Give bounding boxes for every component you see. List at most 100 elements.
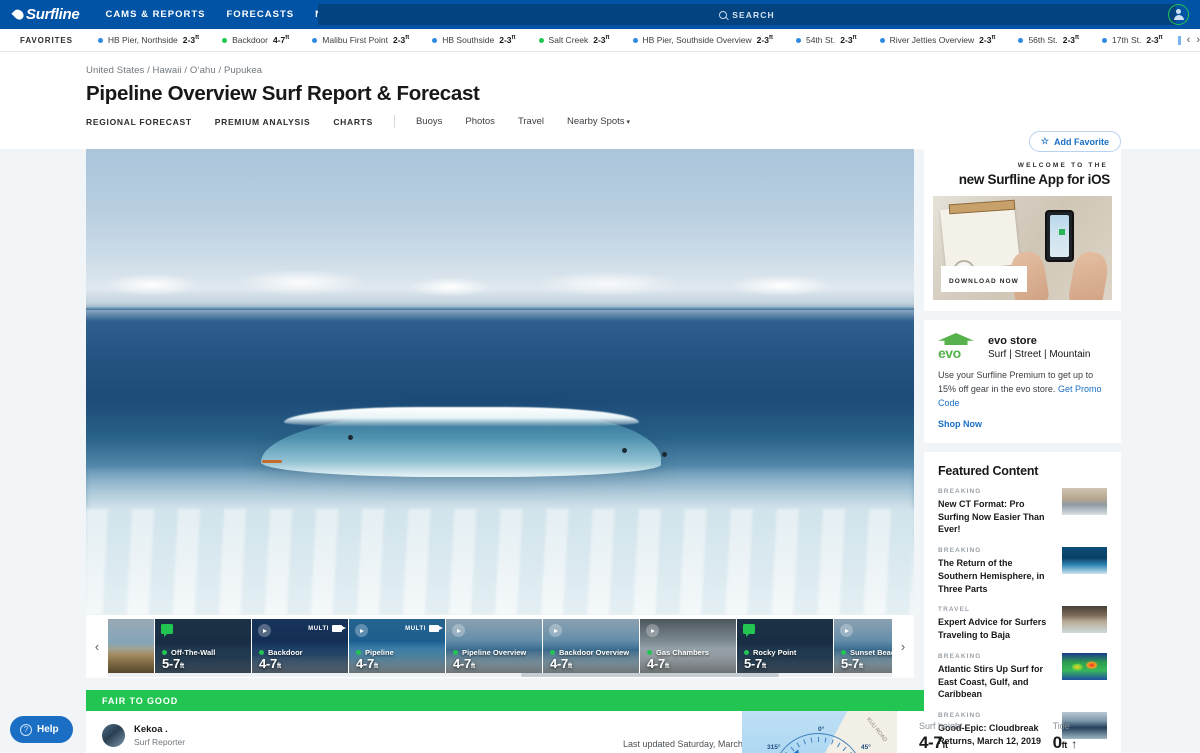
tab-buoys[interactable]: Buoys <box>416 116 442 127</box>
add-favorite-button[interactable]: ☆ Add Favorite <box>1029 131 1121 152</box>
evo-header: evo evo store Surf | Street | Mountain <box>938 333 1107 360</box>
tab-charts[interactable]: CHARTS <box>333 117 373 127</box>
stat-value: 0ft ↑ <box>1053 733 1102 753</box>
favorite-spot-item[interactable]: River Jetties Overview 2-3ft <box>880 35 996 45</box>
favorites-next-button[interactable]: › <box>1196 35 1200 46</box>
sub-navigation: REGIONAL FORECAST PREMIUM ANALYSIS CHART… <box>86 115 1200 128</box>
live-cam-player[interactable] <box>86 149 914 615</box>
tab-travel[interactable]: Travel <box>518 116 544 127</box>
play-icon[interactable] <box>840 624 853 637</box>
featured-article-category: BREAKING <box>938 653 1053 660</box>
favorite-spot-height: 2-3ft <box>593 35 609 45</box>
featured-article-text: TRAVELExpert Advice for Surfers Travelin… <box>938 606 1053 642</box>
help-button[interactable]: ? Help <box>10 716 73 743</box>
favorite-spot-item[interactable]: 17th St.2-3ft <box>1102 35 1163 45</box>
tab-photos[interactable]: Photos <box>465 116 495 127</box>
thumbnail-spot-height: 5-7ft <box>841 656 863 671</box>
thumbnail-spot-height: 4-7ft <box>259 656 281 671</box>
favorite-spot-height: 2-3ft <box>979 35 995 45</box>
carousel-thumbnail[interactable]: Rocky Point5-7ft <box>737 619 833 674</box>
favorite-spot-item[interactable]: HB Pier, Southside Overview 2-3ft <box>633 35 773 45</box>
tab-premium-analysis[interactable]: PREMIUM ANALYSIS <box>215 117 311 127</box>
favorite-spot-height: 2-3ft <box>1063 35 1079 45</box>
favorite-spot-item[interactable]: HB Southside2-3ft <box>432 35 515 45</box>
thumbnail-overlay <box>108 619 154 674</box>
ios-app-ad[interactable]: WELCOME TO THE new Surfline App for iOS … <box>924 149 1121 311</box>
account-avatar-button[interactable] <box>1168 4 1189 25</box>
compass-tick <box>797 743 800 748</box>
favorite-spot-item[interactable]: Salt Creek2-3ft <box>539 35 610 45</box>
shop-now-link[interactable]: Shop Now <box>938 419 1107 429</box>
play-icon[interactable] <box>452 624 465 637</box>
carousel-thumbnail[interactable]: Backdoor Overview4-7ft <box>543 619 639 674</box>
evo-store-name: evo store <box>988 335 1090 347</box>
whitewater <box>86 509 914 615</box>
favorite-spot-name: River Jetties Overview <box>890 35 975 45</box>
evo-copy: Use your Surfline Premium to get up to 1… <box>938 369 1107 411</box>
reporter-avatar <box>102 724 125 747</box>
favorite-spot-height: 2-3ft <box>757 35 773 45</box>
favorite-spot-height: 2-3ft <box>393 35 409 45</box>
favorite-spot-item[interactable]: 56th St.2-3ft <box>1018 35 1079 45</box>
carousel-thumbnail[interactable]: Gas Chambers4-7ft <box>640 619 736 674</box>
search-icon <box>719 11 727 19</box>
right-sidebar: WELCOME TO THE new Surfline App for iOS … <box>924 149 1121 753</box>
favorites-prev-button[interactable]: ‹ <box>1187 35 1191 46</box>
carousel-thumbnail[interactable] <box>108 619 154 674</box>
carousel-scroll-thumb[interactable] <box>521 673 779 677</box>
camera-icon <box>429 625 439 632</box>
search-input[interactable]: SEARCH <box>318 4 1176 25</box>
carousel-thumbnail[interactable]: Pipeline Overview4-7ft <box>446 619 542 674</box>
favorite-spot-item[interactable]: Malibu First Point2-3ft <box>312 35 409 45</box>
breadcrumb[interactable]: United States / Hawaii / O‘ahu / Pupukea <box>86 65 1200 76</box>
favorite-spot-height: 2-3ft <box>499 35 515 45</box>
swell-direction-map[interactable]: KUU ROAD 0° 315° 45° <box>742 711 897 753</box>
carousel-next-button[interactable]: › <box>892 615 914 678</box>
favorite-spot-name: HB Pier, Southside Overview <box>643 35 752 45</box>
carousel-thumbnail[interactable]: Off-The-Wall5-7ft <box>155 619 251 674</box>
featured-article-text: BREAKINGThe Return of the Southern Hemis… <box>938 547 1053 595</box>
favorites-list: HB Pier, Northside2-3ft Backdoor4-7ft Mali… <box>98 35 1168 45</box>
favorite-spot-item[interactable]: HB Pier, Northside2-3ft <box>98 35 199 45</box>
featured-article-category: BREAKING <box>938 488 1053 495</box>
featured-article-item[interactable]: TRAVELExpert Advice for Surfers Travelin… <box>938 606 1107 642</box>
favorite-spot-item[interactable]: 54th St.2-3ft <box>796 35 857 45</box>
favorite-spot-item[interactable]: Backdoor4-7ft <box>222 35 289 45</box>
condition-dot-icon <box>841 650 846 655</box>
featured-article-item[interactable]: BREAKINGThe Return of the Southern Hemis… <box>938 547 1107 595</box>
play-icon[interactable] <box>549 624 562 637</box>
download-now-button[interactable]: DOWNLOAD NOW <box>941 266 1027 292</box>
featured-article-item[interactable]: BREAKINGNew CT Format: Pro Surfing Now E… <box>938 488 1107 536</box>
carousel-thumbnail[interactable]: Sunset Beach5-7ft <box>834 619 892 674</box>
featured-article-thumbnail <box>1062 606 1107 633</box>
report-stat: Tide0ft ↑High tide 1.6ft <box>1053 721 1102 753</box>
evo-logo: evo <box>938 333 980 360</box>
avatar-head-icon <box>1176 9 1181 14</box>
featured-article-item[interactable]: BREAKINGAtlantic Stirs Up Surf for East … <box>938 653 1107 701</box>
compass-tick <box>843 747 847 751</box>
nav-forecasts[interactable]: FORECASTS <box>227 9 295 20</box>
surfline-logo[interactable]: Surfline <box>14 6 79 23</box>
wave-lip-foam <box>284 407 639 427</box>
tab-regional-forecast[interactable]: REGIONAL FORECAST <box>86 117 192 127</box>
play-icon[interactable] <box>355 624 368 637</box>
top-navigation-bar: Surfline CAMS & REPORTS FORECASTS NEWS S… <box>0 0 1200 29</box>
condition-dot-icon <box>1102 38 1107 43</box>
tab-nearby-spots[interactable]: Nearby Spots▾ <box>567 116 630 127</box>
nav-cams-reports[interactable]: CAMS & REPORTS <box>105 9 205 20</box>
reporter-role: Surf Reporter <box>134 737 185 747</box>
evo-titles: evo store Surf | Street | Mountain <box>988 335 1090 360</box>
surfer-silhouette <box>262 460 282 463</box>
reporter-name: Kekoa . <box>134 724 185 735</box>
featured-article-title: The Return of the Southern Hemisphere, i… <box>938 557 1053 595</box>
cloud-band <box>86 257 914 303</box>
conditions-rating: FAIR TO GOOD <box>102 696 178 706</box>
play-icon[interactable] <box>258 624 271 637</box>
carousel-thumbnail[interactable]: MULTIBackdoor4-7ft <box>252 619 348 674</box>
play-icon[interactable] <box>646 624 659 637</box>
carousel-prev-button[interactable]: ‹ <box>86 615 108 678</box>
favorites-scroll-indicator <box>1178 36 1181 45</box>
favorite-spot-name: 54th St. <box>806 35 835 45</box>
carousel-thumbnail[interactable]: MULTIPipeline4-7ft <box>349 619 445 674</box>
reporter-block: Kekoa . Surf Reporter <box>86 724 185 753</box>
